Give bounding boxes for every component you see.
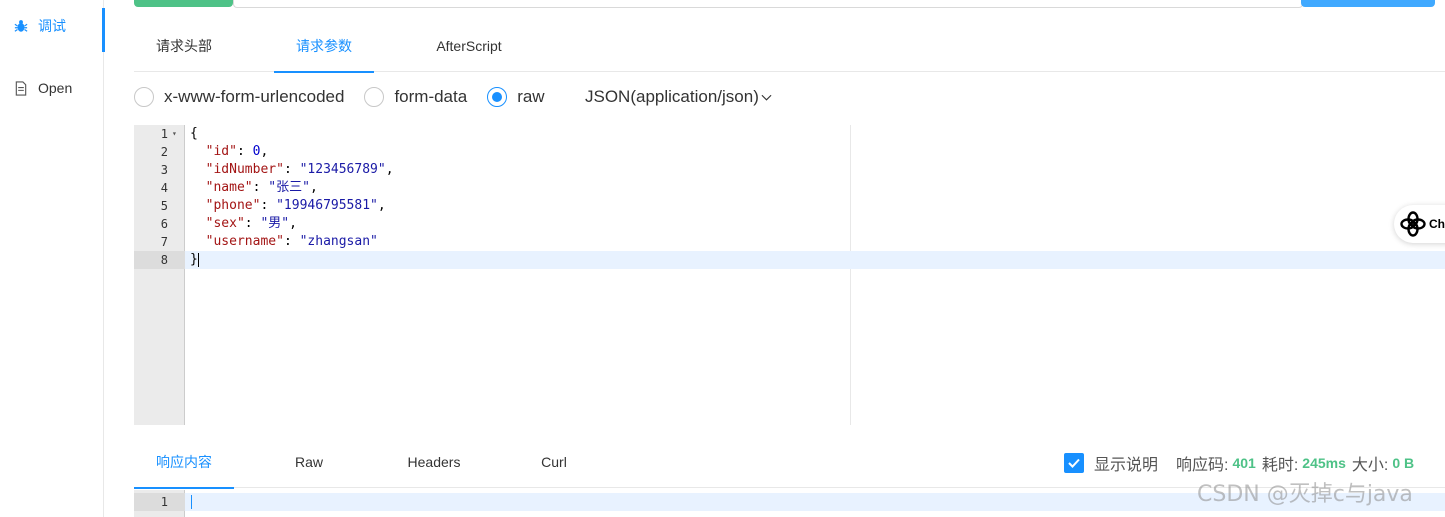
- tab-headers[interactable]: Headers: [394, 438, 474, 488]
- request-body-editor[interactable]: 1 ▾{2 "id": 0, 3 "idNumber": "123456789", 4…: [134, 125, 1445, 425]
- line-number: 5: [160, 199, 168, 213]
- radio-label: x-www-form-urlencoded: [164, 87, 345, 106]
- content-type-dropdown[interactable]: JSON(application/json): [585, 84, 772, 110]
- code-line: {: [190, 126, 198, 141]
- tab-afterscript[interactable]: AfterScript: [414, 22, 524, 72]
- code-line: "username": "zhangsan": [205, 234, 378, 249]
- chat-widget-label: Cha: [1429, 217, 1445, 231]
- tab-request-headers[interactable]: 请求头部: [134, 22, 234, 72]
- radio-button[interactable]: [134, 87, 154, 107]
- line-number: 4: [160, 181, 168, 195]
- status-code-value: 401: [1232, 455, 1256, 471]
- status-code-key: 响应码:: [1176, 457, 1229, 474]
- response-meta: 显示说明 响应码: 401 耗时: 245ms 大小: 0 B: [1064, 450, 1420, 476]
- code-line: "idNumber": "123456789",: [205, 162, 394, 177]
- radio-raw[interactable]: raw: [487, 87, 545, 107]
- line-number: 2: [160, 145, 168, 159]
- editor-line: 6 "sex": "男",: [134, 215, 1445, 233]
- editor-line: 8}: [134, 251, 1445, 269]
- fold-arrow-icon[interactable]: ▾: [172, 125, 177, 143]
- send-button[interactable]: [1301, 0, 1435, 7]
- body-type-radios: x-www-form-urlencoded form-data raw: [134, 84, 565, 110]
- tab-curl[interactable]: Curl: [529, 438, 579, 488]
- time-value: 245ms: [1302, 455, 1346, 471]
- line-number: 1: [134, 493, 185, 511]
- editor-line: 1 ▾ {: [134, 125, 1445, 143]
- line-number: 7: [160, 235, 168, 249]
- sidebar-item-label: Open: [38, 80, 73, 96]
- line-number: 6: [160, 217, 168, 231]
- radio-button[interactable]: [487, 87, 508, 107]
- chatgpt-icon: [1400, 211, 1426, 237]
- sidebar-item-open[interactable]: Open: [0, 68, 104, 108]
- code-line: "sex": "男",: [205, 216, 297, 231]
- watermark: CSDN @灭掉c与java: [1197, 482, 1413, 507]
- editor-line: 5 "phone": "19946795581",: [134, 197, 1445, 215]
- code-line: }: [190, 252, 199, 267]
- radio-form-data[interactable]: form-data: [364, 87, 467, 107]
- chevron-down-icon: [761, 94, 772, 101]
- text-cursor: [197, 252, 199, 267]
- code-line: "name": "张三",: [205, 180, 318, 195]
- request-tabs: 请求头部 请求参数 AfterScript: [134, 22, 1445, 73]
- sidebar-item-debug[interactable]: 调试: [0, 6, 105, 52]
- sidebar-item-label: 调试: [38, 18, 66, 34]
- size-key: 大小:: [1351, 457, 1389, 474]
- radio-label: raw: [517, 87, 545, 106]
- code-line: "phone": "19946795581",: [205, 198, 386, 213]
- content-type-label: JSON(application/json): [585, 87, 759, 106]
- tab-raw[interactable]: Raw: [274, 438, 344, 488]
- tab-response-content[interactable]: 响应内容: [134, 438, 234, 489]
- editor-line: 2 "id": 0,: [134, 143, 1445, 161]
- editor-line: 7 "username": "zhangsan": [134, 233, 1445, 251]
- show-description-checkbox[interactable]: [1064, 453, 1084, 473]
- radio-label: form-data: [394, 87, 468, 106]
- show-description-label: 显示说明: [1094, 457, 1159, 474]
- line-number: 8: [134, 251, 185, 269]
- size-value: 0 B: [1392, 455, 1415, 471]
- radio-urlencoded[interactable]: x-www-form-urlencoded: [134, 87, 344, 107]
- line-number: 1: [160, 127, 168, 141]
- check-icon: [1068, 458, 1080, 468]
- text-cursor: [191, 495, 192, 509]
- editor-line: 3 "idNumber": "123456789",: [134, 161, 1445, 179]
- document-icon: [13, 80, 29, 96]
- radio-button[interactable]: [364, 87, 385, 107]
- tab-request-params[interactable]: 请求参数: [274, 22, 374, 73]
- chat-widget[interactable]: Cha: [1394, 205, 1445, 243]
- sidebar: 调试 Open: [0, 0, 105, 517]
- code-line: "id": 0,: [205, 144, 269, 159]
- time-key: 耗时:: [1261, 457, 1299, 474]
- url-input[interactable]: [233, 0, 1303, 8]
- editor-line: 4 "name": "张三",: [134, 179, 1445, 197]
- send-method-badge[interactable]: [134, 0, 233, 7]
- bug-icon: [13, 18, 29, 34]
- line-number: 3: [160, 163, 168, 177]
